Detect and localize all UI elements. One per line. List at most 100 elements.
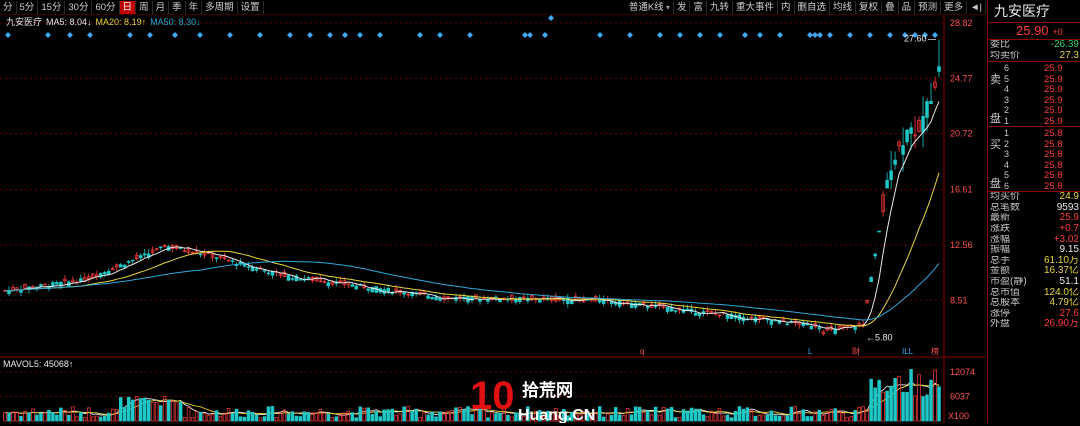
volume-bar <box>785 415 790 422</box>
toolbar-item-3[interactable]: 重大事件 <box>733 0 778 14</box>
volume-bar <box>661 406 666 422</box>
volume-bar <box>322 412 327 422</box>
toolbar-item-0[interactable]: 发 <box>674 0 691 14</box>
candle-body <box>138 255 143 259</box>
stat-label: 涨幅 <box>990 234 1010 245</box>
candle-body <box>122 264 127 268</box>
toolbar-item-8[interactable]: 叠 <box>882 0 899 14</box>
volume-bar <box>358 406 362 422</box>
period-tab-2[interactable]: 15分 <box>38 0 66 14</box>
volume-bar <box>929 379 933 422</box>
volume-bar <box>773 415 778 422</box>
period-tab-9[interactable]: 年 <box>186 0 203 14</box>
event-marker-icon <box>677 32 683 38</box>
toolbar-item-9[interactable]: 品 <box>899 0 916 14</box>
buy-side-label: 买盘 <box>990 139 1001 191</box>
volume-bar <box>398 413 402 422</box>
volume-bar <box>314 412 319 422</box>
kline-type-dropdown[interactable]: 普通K线 <box>626 0 674 14</box>
period-tab-0[interactable]: 分 <box>0 0 17 14</box>
volume-bar <box>330 417 335 422</box>
volume-unit-label: X100 <box>948 411 969 421</box>
volume-bar <box>877 379 881 422</box>
toolbar-item-10[interactable]: 预测 <box>915 0 942 14</box>
volume-bar <box>777 415 782 422</box>
volume-bar <box>454 407 458 422</box>
watermark-main: 拾荒网 <box>522 380 573 400</box>
volume-bar <box>673 417 678 422</box>
volume-bar <box>382 409 386 422</box>
volume-bar <box>222 413 227 422</box>
toolbar-item-2[interactable]: 九转 <box>707 0 733 14</box>
volume-bar <box>765 414 770 422</box>
period-tab-4[interactable]: 60分 <box>92 0 120 14</box>
volume-bar <box>597 406 602 422</box>
candle-body <box>366 288 370 291</box>
candle-body <box>198 253 203 256</box>
toolbar-item-7[interactable]: 复权 <box>856 0 883 14</box>
candle-body <box>478 299 482 302</box>
toolbar-item-1[interactable]: 富 <box>690 0 707 14</box>
volume-bar <box>797 412 802 422</box>
period-tab-3[interactable]: 30分 <box>65 0 93 14</box>
period-tab-5[interactable]: 日 <box>119 0 137 14</box>
stat-label: 总手 <box>990 255 1010 266</box>
book-price: 25.9 <box>1044 94 1063 106</box>
kline-chart-area[interactable]: 28.82 24.77 20.72 16.61 12.56 8.51 12074 6037 X1… <box>0 15 986 424</box>
period-tab-11[interactable]: 设置 <box>238 0 264 14</box>
stat-label: 振幅 <box>990 245 1010 256</box>
volume-bar <box>286 413 291 422</box>
stat-value: +0.7 <box>1059 223 1079 234</box>
toolbar-item-6[interactable]: 均线 <box>830 0 857 14</box>
jun-mai-jia-row: 均卖价 27.3 <box>990 50 1079 61</box>
event-marker-icon <box>127 32 133 38</box>
volume-bar <box>430 411 434 422</box>
volume-bar <box>805 416 810 422</box>
volume-bar <box>87 407 91 422</box>
candle-body <box>697 312 702 317</box>
volume-bar <box>154 401 159 422</box>
volume-bar <box>426 414 430 422</box>
volume-bar <box>845 417 849 422</box>
event-marker-icon <box>527 32 533 38</box>
candle-body <box>673 310 678 312</box>
volume-bar <box>130 399 135 422</box>
candle-body <box>665 307 670 312</box>
volume-bar <box>414 408 418 422</box>
collapse-arrow-icon[interactable]: ◄| <box>967 0 986 14</box>
volume-bar <box>298 416 303 422</box>
candle-body <box>126 261 131 263</box>
candle-body <box>434 296 438 301</box>
toolbar-item-4[interactable]: 内 <box>778 0 795 14</box>
period-tab-10[interactable]: 多周期 <box>202 0 238 14</box>
period-tab-7[interactable]: 月 <box>153 0 170 14</box>
candle-body <box>298 278 303 281</box>
volume-bar <box>270 406 275 422</box>
volume-bar <box>649 414 654 422</box>
bottom-event-marker: ILL <box>902 347 914 356</box>
volume-bar <box>713 413 718 422</box>
volume-bar <box>873 387 877 422</box>
volume-bar <box>637 406 642 422</box>
candle-body <box>937 66 941 72</box>
period-tab-8[interactable]: 季 <box>169 0 186 14</box>
event-marker-icon <box>657 32 663 38</box>
toolbar-item-5[interactable]: 删自选 <box>795 0 831 14</box>
volume-bar <box>318 409 323 422</box>
candle-body <box>893 159 897 165</box>
event-marker-icon <box>757 32 763 38</box>
volume-bar <box>885 390 889 422</box>
volume-bar <box>198 411 203 422</box>
candle-body <box>725 314 730 319</box>
volume-bar <box>841 413 845 422</box>
volume-bar <box>897 375 901 422</box>
volume-bar <box>833 408 837 422</box>
stat-label: 外盘 <box>990 319 1010 330</box>
candle-body <box>402 292 406 295</box>
kline-chart-svg[interactable]: 28.82 24.77 20.72 16.61 12.56 8.51 12074 6037 X1… <box>0 15 986 424</box>
period-tab-1[interactable]: 5分 <box>17 0 39 14</box>
toolbar-item-11[interactable]: 更多 <box>941 0 968 14</box>
book-price: 25.8 <box>1044 138 1063 150</box>
period-tab-6[interactable]: 周 <box>136 0 153 14</box>
volume-bar <box>258 417 263 422</box>
